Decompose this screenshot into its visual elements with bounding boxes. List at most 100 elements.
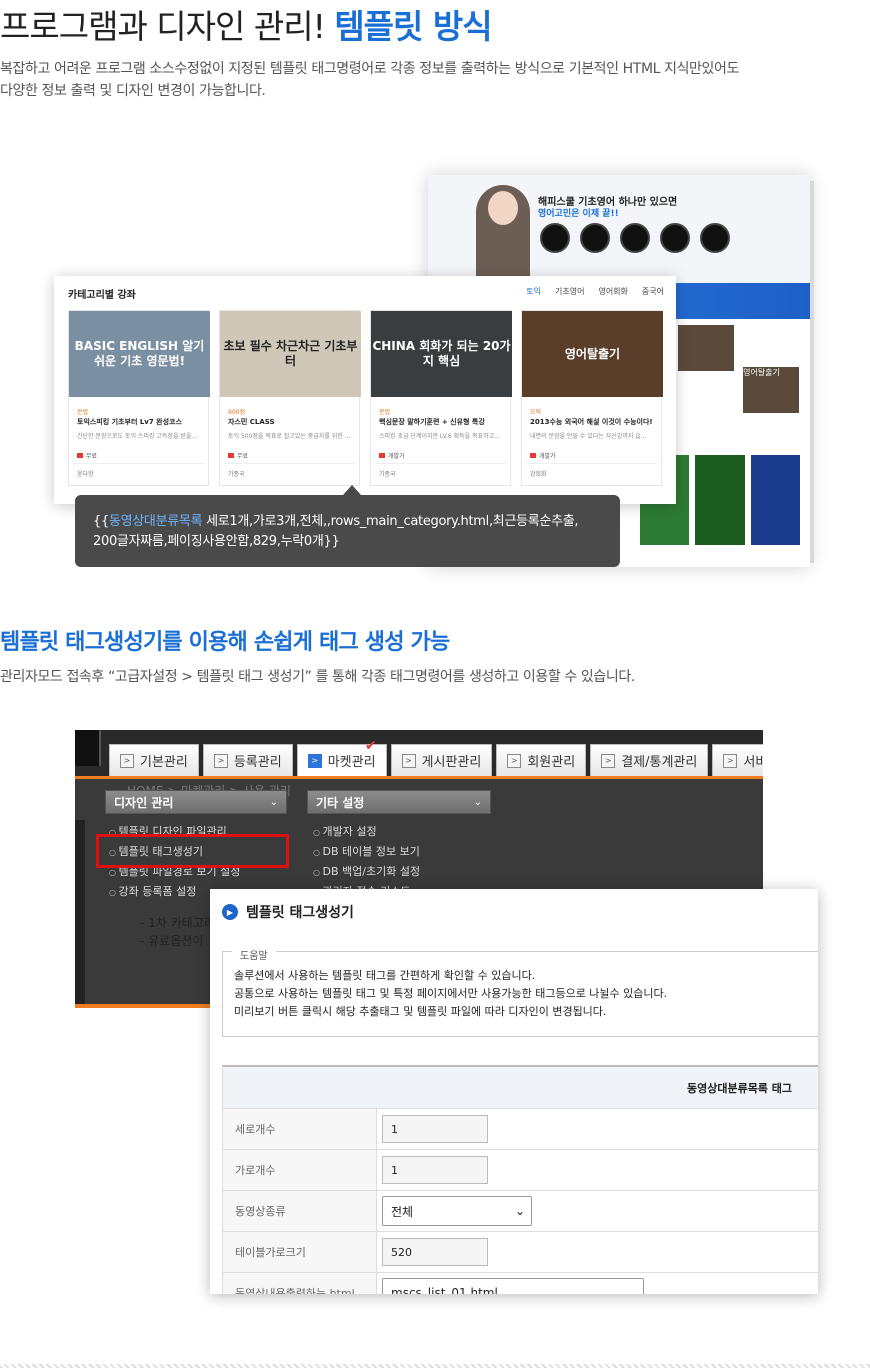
course-desc: 내면의 문장을 만들 수 있다는 자신감까지 습...: [530, 433, 647, 440]
rows-count-input[interactable]: 1: [382, 1115, 488, 1143]
chevron-down-icon: ⌄: [626, 1286, 637, 1294]
row-label: 동영상내용출력하는 html: [223, 1273, 377, 1294]
course-teacher: 윤다항: [77, 471, 94, 478]
video-type-select[interactable]: 전체 ⌄: [382, 1196, 532, 1226]
tab-board[interactable]: > 게시판관리: [390, 744, 493, 776]
menu-db-backup[interactable]: DB 백업/초기화 설정: [313, 862, 421, 882]
html-file-select[interactable]: mscs_list_01.html ⌄: [382, 1278, 644, 1294]
page-title: 프로그램과 디자인 관리! 템플릿 방식: [0, 0, 493, 48]
menu-developer[interactable]: 개발자 설정: [313, 822, 420, 842]
course-price: 무료: [228, 451, 248, 460]
title-main-text: 프로그램과 디자인 관리!: [0, 7, 335, 46]
tab-basic[interactable]: > 기본관리: [109, 744, 199, 776]
tab-chinese[interactable]: 중국어: [642, 286, 664, 297]
hero-subtitle: 영어고민은 이제 끝!!: [538, 209, 619, 219]
course-category-panel: 카테고리별 강좌 토익 기초영어 영어회화 중국어 BASIC ENGLISH …: [54, 276, 676, 504]
etc-settings-dropdown[interactable]: 기타 설정 ⌄: [307, 790, 491, 814]
help-text: 솔루션에서 사용하는 템플릿 태그를 간편하게 확인할 수 있습니다. 공통으로…: [234, 969, 668, 1018]
box-side: [810, 181, 814, 563]
row-label: 테이블가로크기: [223, 1232, 377, 1272]
table-row: 세로개수 1: [223, 1109, 818, 1150]
tag-keyword: 동영상대분류목록: [108, 514, 203, 529]
admin-corner: [75, 730, 101, 766]
course-thumbnail: 초보 필수 차근차근 기초부터: [220, 311, 361, 397]
site-hero-banner: 해피스쿨 기초영어 하나만 있으면 영어고민은 이제 끝!!: [428, 175, 810, 283]
chevron-right-icon: >: [120, 753, 134, 768]
course-price: 무료: [77, 451, 97, 460]
panel-title: 카테고리별 강좌: [68, 290, 136, 301]
table-row: 동영상내용출력하는 html mscs_list_01.html ⌄: [223, 1273, 818, 1294]
chevron-right-icon: >: [307, 753, 322, 768]
dialog-title: ▶ 템플릿 태그생성기: [222, 902, 354, 922]
chevron-right-icon: >: [401, 753, 416, 768]
help-legend: 도움말: [232, 947, 276, 962]
table-header: 동영상대분류목록 태그: [223, 1067, 818, 1109]
template-tag-tooltip: {{동영상대분류목록 세로1개,가로3개,전체,,rows_main_categ…: [75, 485, 620, 567]
tab-register[interactable]: > 등록관리: [202, 744, 293, 776]
tab-payment[interactable]: > 결제/통계관리: [590, 744, 709, 776]
course-price: 개발가: [530, 451, 556, 460]
chevron-down-icon: ⌄: [514, 1204, 525, 1218]
section2-title: 템플릿 태그생성기를 이용해 손쉽게 태그 생성 가능: [0, 630, 450, 655]
chevron-right-icon: >: [601, 753, 616, 768]
hero-circle-menu: [540, 223, 730, 253]
tab-basic-english[interactable]: 기초영어: [555, 286, 584, 297]
course-card[interactable]: BASIC ENGLISH 알기 쉬운 기초 영문법! 문법 토익스피킹 기초부…: [68, 310, 210, 486]
title-highlight: 템플릿 방식: [334, 7, 492, 46]
course-desc: 스피킹 초급 단계이지만 LV.6 획득을 목표하고...: [379, 433, 500, 440]
table-width-input[interactable]: 520: [382, 1238, 488, 1266]
row-label: 가로개수: [223, 1150, 377, 1190]
course-category: 900점: [228, 409, 245, 416]
play-circle-icon: ▶: [222, 904, 238, 920]
tag-open: {{: [93, 514, 109, 529]
course-category: 문법: [379, 409, 391, 416]
course-card[interactable]: 영어탈출기 오픽 2013수능 외국어 해설 이것이 수능이다! 내면의 문장을…: [521, 310, 663, 486]
chevron-right-icon: >: [723, 753, 738, 768]
course-card[interactable]: CHINA 회화가 되는 20가지 핵심 문법 핵심문장 말하기훈련 + 신유형…: [370, 310, 512, 486]
category-tabs: 토익 기초영어 영어회화 중국어: [526, 286, 664, 297]
table-row: 테이블가로크기 520: [223, 1232, 818, 1273]
thumb: [678, 325, 734, 371]
chevron-down-icon: ⌄: [473, 796, 482, 808]
tag-generator-dialog: ▶ 템플릿 태그생성기 도움말 솔루션에서 사용하는 템플릿 태그를 간편하게 확…: [210, 889, 818, 1294]
course-thumbnail: BASIC ENGLISH 알기 쉬운 기초 영문법!: [69, 311, 210, 397]
row-label: 동영상종류: [223, 1191, 377, 1231]
tab-service[interactable]: >서비스: [712, 744, 763, 776]
course-name: 토익스피킹 기초부터 Lv7 완성코스: [77, 418, 182, 426]
course-card[interactable]: 초보 필수 차근차근 기초부터 900점 자스민 CLASS 토익 500점을 …: [219, 310, 361, 486]
table-row: 동영상종류 전체 ⌄: [223, 1191, 818, 1232]
tag-options-table: 동영상대분류목록 태그 세로개수 1 가로개수 1 동영상종류 전체 ⌄ 테이블가…: [222, 1065, 818, 1294]
course-list: BASIC ENGLISH 알기 쉬운 기초 영문법! 문법 토익스피킹 기초부…: [68, 310, 663, 486]
chevron-right-icon: >: [213, 753, 228, 768]
section1-description: 복잡하고 어려운 프로그램 소스수정없이 지정된 템플릿 태그명령어로 각종 정…: [0, 58, 860, 102]
orange-divider: [75, 776, 763, 779]
thumb-label: 영어탈출기: [743, 367, 800, 413]
tooltip-line-1: {{동영상대분류목록 세로1개,가로3개,전체,,rows_main_categ…: [93, 512, 602, 532]
table-row: 가로개수 1: [223, 1150, 818, 1191]
tab-member[interactable]: > 회원관리: [496, 744, 587, 776]
course-name: 핵심문장 말하기훈련 + 신유형 특강: [379, 418, 485, 426]
lead-line-1: 복잡하고 어려운 프로그램 소스수정없이 지정된 템플릿 태그명령어로 각종 정…: [0, 61, 739, 77]
course-thumbnail: 영어탈출기: [522, 311, 663, 397]
course-name: 2013수능 외국어 해설 이것이 수능이다!: [530, 418, 653, 426]
course-thumbnail: CHINA 회화가 되는 20가지 핵심: [371, 311, 512, 397]
lead-line-2: 다양한 정보 출력 및 디자인 변경이 가능합니다.: [0, 83, 266, 99]
course-desc: 간단한 문장으로도 토익 스피킹 고득점을 받을...: [77, 433, 198, 440]
section2-description: 관리자모드 접속후 “고급자설정 > 템플릿 태그 생성기” 를 통해 각종 태…: [0, 669, 635, 685]
course-category: 오픽: [530, 409, 542, 416]
tooltip-line-2: 200글자짜름,페이징사용안함,829,누락0개}}: [93, 534, 340, 549]
highlight-box: [96, 834, 289, 868]
course-teacher: 기종국: [379, 471, 396, 478]
tag-params: 세로1개,가로3개,전체,,rows_main_category.html,최근…: [202, 514, 579, 529]
course-teacher: 기종국: [228, 471, 245, 478]
tab-conversation[interactable]: 영어회화: [598, 286, 627, 297]
site-thumbnails: 영어탈출기: [674, 325, 804, 417]
cols-count-input[interactable]: 1: [382, 1156, 488, 1184]
checkmark-icon: ✔: [365, 738, 377, 754]
menu-db-info[interactable]: DB 테이블 정보 보기: [313, 842, 420, 862]
tab-toeic[interactable]: 토익: [526, 286, 541, 297]
course-category: 문법: [77, 409, 89, 416]
course-name: 자스민 CLASS: [228, 418, 275, 426]
hero-person-image: [476, 185, 530, 283]
design-manage-dropdown[interactable]: 디자인 관리 ⌄: [105, 790, 287, 814]
